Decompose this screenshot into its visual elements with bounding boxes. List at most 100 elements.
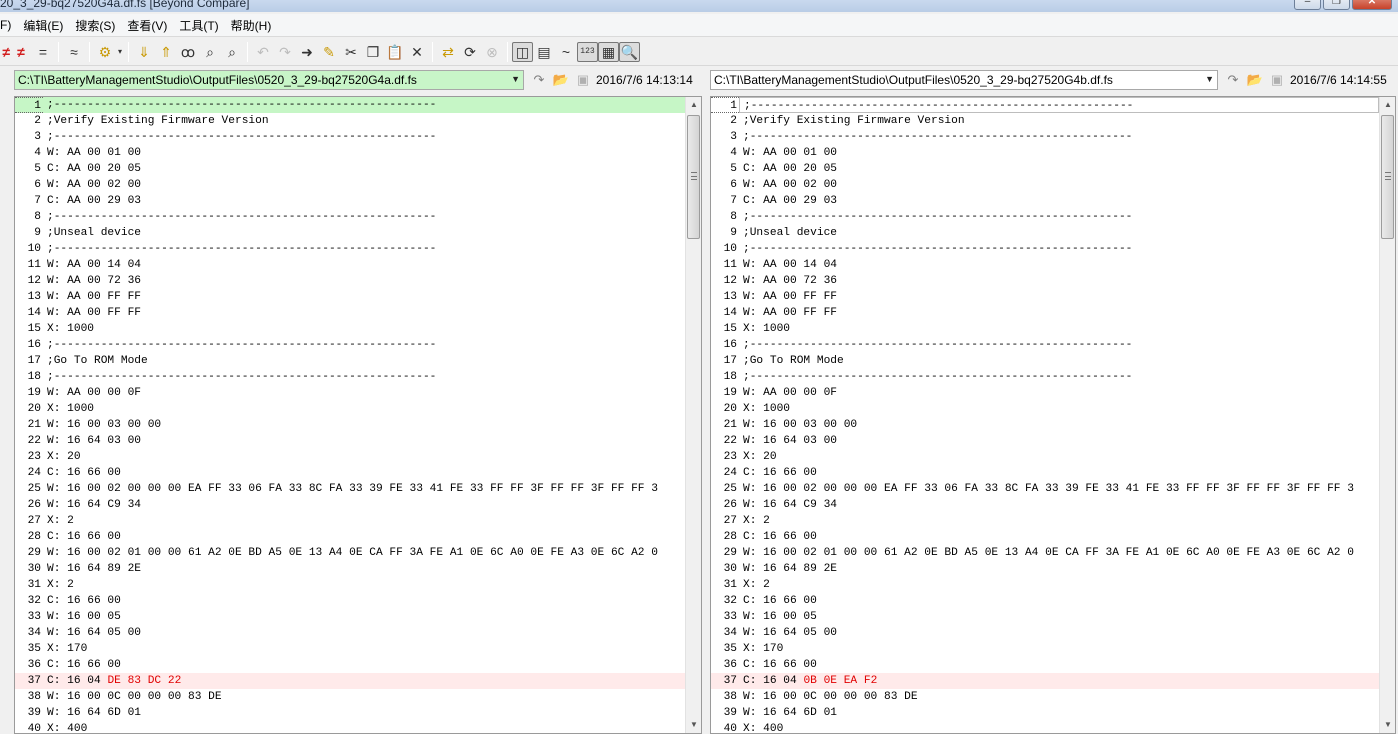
text-line[interactable]: 7 C: AA 00 29 03	[15, 193, 685, 209]
text-line[interactable]: 6 W: AA 00 02 00	[711, 177, 1379, 193]
text-line[interactable]: 14 W: AA 00 FF FF	[711, 305, 1379, 321]
text-line[interactable]: 13 W: AA 00 FF FF	[711, 289, 1379, 305]
open-folder-icon[interactable]: 📂	[552, 71, 570, 89]
text-line[interactable]: 36 C: 16 66 00	[15, 657, 685, 673]
delete-icon[interactable]: ✕	[406, 41, 428, 63]
text-line[interactable]: 38 W: 16 00 0C 00 00 00 83 DE	[15, 689, 685, 705]
text-line[interactable]: 2 ;Verify Existing Firmware Version	[15, 113, 685, 129]
text-line[interactable]: 10 ;-------------------------------------…	[711, 241, 1379, 257]
reload-icon[interactable]: ↷	[530, 71, 548, 89]
prev-diff-icon[interactable]: ⇑	[155, 41, 177, 63]
scroll-up-icon[interactable]: ▲	[686, 97, 701, 113]
chevron-down-icon[interactable]: ▼	[511, 74, 520, 84]
text-line[interactable]: 34 W: 16 64 05 00	[15, 625, 685, 641]
text-line[interactable]: 39 W: 16 64 6D 01	[15, 705, 685, 721]
menu-search[interactable]: 搜索(S)	[69, 17, 121, 34]
line-numbers-icon[interactable]: 123	[577, 41, 598, 62]
ignore-unimportant-icon[interactable]: ~	[555, 41, 577, 63]
not-equal-icon[interactable]: ≠	[0, 41, 10, 63]
text-line[interactable]: 17 ;Go To ROM Mode	[15, 353, 685, 369]
scroll-thumb[interactable]	[687, 115, 700, 239]
text-line[interactable]: 17 ;Go To ROM Mode	[711, 353, 1379, 369]
text-line[interactable]: 30 W: 16 64 89 2E	[711, 561, 1379, 577]
scroll-down-icon[interactable]: ▼	[1380, 717, 1395, 733]
text-line[interactable]: 4 W: AA 00 01 00	[15, 145, 685, 161]
text-line[interactable]: 34 W: 16 64 05 00	[711, 625, 1379, 641]
stop-icon[interactable]: ⊗	[481, 41, 503, 63]
text-line[interactable]: 32 C: 16 66 00	[15, 593, 685, 609]
edit-icon[interactable]: ✎	[318, 41, 340, 63]
text-line[interactable]: 32 C: 16 66 00	[711, 593, 1379, 609]
text-line[interactable]: 40 X: 400	[15, 721, 685, 733]
text-line[interactable]: 2 ;Verify Existing Firmware Version	[711, 113, 1379, 129]
text-line[interactable]: 23 X: 20	[711, 449, 1379, 465]
text-line[interactable]: 3 ;--------------------------------------…	[711, 129, 1379, 145]
reload-icon[interactable]: ↷	[1224, 71, 1242, 89]
next-diff-icon[interactable]: ⇓	[133, 41, 155, 63]
text-line[interactable]: 36 C: 16 66 00	[711, 657, 1379, 673]
right-text-pane[interactable]: 1 ;--------------------------------------…	[710, 96, 1396, 734]
left-scrollbar[interactable]: ▲ ▼	[685, 97, 701, 733]
text-line[interactable]: 28 C: 16 66 00	[711, 529, 1379, 545]
text-line[interactable]: 39 W: 16 64 6D 01	[711, 705, 1379, 721]
text-line[interactable]: 27 X: 2	[711, 513, 1379, 529]
equals-icon[interactable]: =	[32, 41, 54, 63]
text-line[interactable]: 14 W: AA 00 FF FF	[15, 305, 685, 321]
menu-edit[interactable]: 编辑(E)	[17, 17, 69, 34]
over-under-icon[interactable]: ▤	[533, 41, 555, 63]
text-line[interactable]: 18 ;-------------------------------------…	[15, 369, 685, 385]
paste-icon[interactable]: 📋	[384, 41, 406, 63]
text-line[interactable]: 26 W: 16 64 C9 34	[15, 497, 685, 513]
diff-line[interactable]: 37 C: 16 04 0B 0E EA F2	[711, 673, 1379, 689]
text-line[interactable]: 13 W: AA 00 FF FF	[15, 289, 685, 305]
left-text-pane[interactable]: 1 ;--------------------------------------…	[14, 96, 702, 734]
text-line[interactable]: 11 W: AA 00 14 04	[15, 257, 685, 273]
text-line[interactable]: 19 W: AA 00 00 0F	[15, 385, 685, 401]
zoom-icon[interactable]: 🔍	[619, 41, 640, 62]
right-path-input[interactable]: C:\TI\BatteryManagementStudio\OutputFile…	[710, 70, 1218, 90]
right-scrollbar[interactable]: ▲ ▼	[1379, 97, 1395, 733]
menu-file[interactable]: F)	[0, 18, 17, 32]
chevron-down-icon[interactable]: ▼	[1205, 74, 1214, 84]
refresh-icon[interactable]: ⟳	[459, 41, 481, 63]
diff-line[interactable]: 37 C: 16 04 DE 83 DC 22	[15, 673, 685, 689]
scroll-thumb[interactable]	[1381, 115, 1394, 239]
text-line[interactable]: 23 X: 20	[15, 449, 685, 465]
text-line[interactable]: 35 X: 170	[711, 641, 1379, 657]
scroll-down-icon[interactable]: ▼	[686, 717, 701, 733]
text-line[interactable]: 33 W: 16 00 05	[711, 609, 1379, 625]
text-line[interactable]: 31 X: 2	[15, 577, 685, 593]
binoculars-icon[interactable]: ꝏ	[177, 41, 199, 63]
cut-icon[interactable]: ✂	[340, 41, 362, 63]
text-line[interactable]: 15 X: 1000	[711, 321, 1379, 337]
find-next-icon[interactable]: ⌕	[199, 41, 221, 63]
text-line[interactable]: 9 ;Unseal device	[711, 225, 1379, 241]
text-line[interactable]: 5 C: AA 00 20 05	[15, 161, 685, 177]
menu-help[interactable]: 帮助(H)	[225, 17, 278, 34]
text-line[interactable]: 8 ;--------------------------------------…	[711, 209, 1379, 225]
text-line[interactable]: 16 ;-------------------------------------…	[711, 337, 1379, 353]
text-line[interactable]: 12 W: AA 00 72 36	[15, 273, 685, 289]
text-line[interactable]: 25 W: 16 00 02 00 00 00 EA FF 33 06 FA 33…	[15, 481, 685, 497]
text-line[interactable]: 25 W: 16 00 02 00 00 00 EA FF 33 06 FA 33…	[711, 481, 1379, 497]
maximize-button[interactable]: ❐	[1323, 0, 1350, 10]
text-line[interactable]: 3 ;--------------------------------------…	[15, 129, 685, 145]
save-icon[interactable]: ▣	[574, 71, 592, 89]
text-line[interactable]: 9 ;Unseal device	[15, 225, 685, 241]
text-line[interactable]: 15 X: 1000	[15, 321, 685, 337]
text-line[interactable]: 28 C: 16 66 00	[15, 529, 685, 545]
find-prev-icon[interactable]: ⌕	[221, 41, 243, 63]
not-equal-icon[interactable]: ≠	[10, 41, 32, 63]
text-line[interactable]: 27 X: 2	[15, 513, 685, 529]
save-icon[interactable]: ▣	[1268, 71, 1286, 89]
side-by-side-icon[interactable]: ◫	[512, 41, 533, 62]
pane-splitter[interactable]	[702, 96, 710, 734]
text-line[interactable]: 11 W: AA 00 14 04	[711, 257, 1379, 273]
open-folder-icon[interactable]: 📂	[1246, 71, 1264, 89]
left-lines[interactable]: 1 ;--------------------------------------…	[15, 97, 685, 733]
menu-view[interactable]: 查看(V)	[121, 17, 173, 34]
text-line[interactable]: 24 C: 16 66 00	[15, 465, 685, 481]
text-line[interactable]: 20 X: 1000	[711, 401, 1379, 417]
text-line[interactable]: 26 W: 16 64 C9 34	[711, 497, 1379, 513]
text-line[interactable]: 1 ;--------------------------------------…	[15, 97, 685, 113]
